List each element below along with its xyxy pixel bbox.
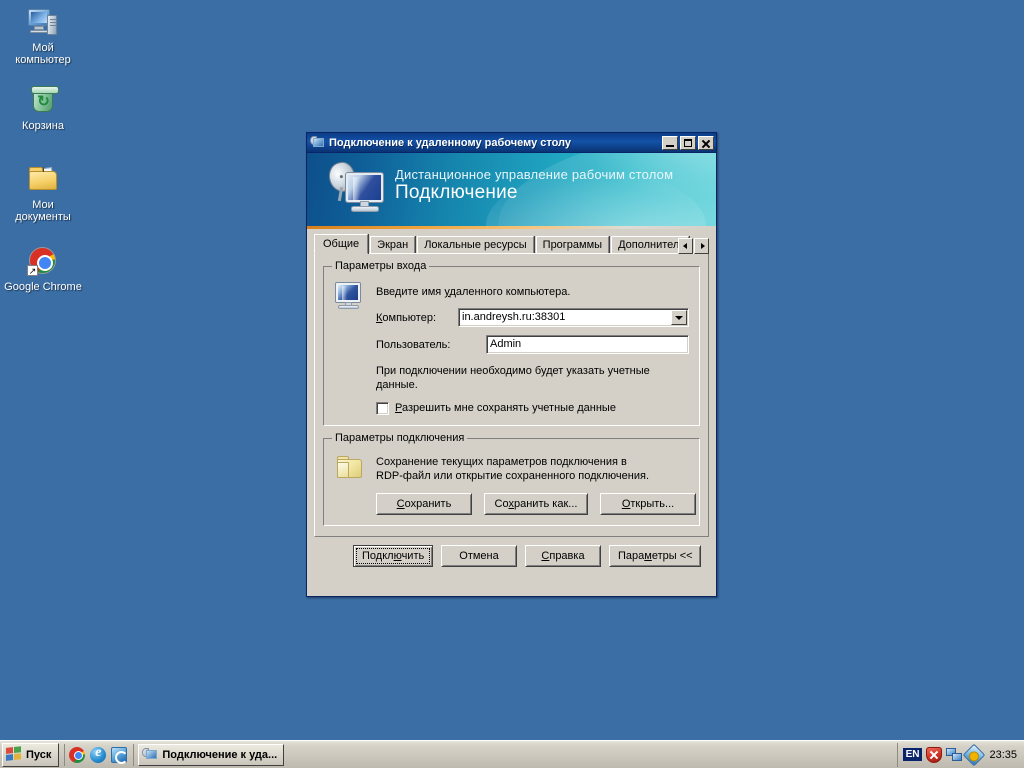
updates-icon[interactable] [963, 743, 986, 766]
login-parameters-group: Параметры входа Введите имя удаленного к… [323, 260, 700, 426]
desktop-icon-label-2: документы [15, 211, 71, 223]
connection-file-buttons: Сохранить Сохранить как... Открыть... [376, 493, 696, 515]
computer-icon [334, 281, 366, 311]
tab-scroll-left-icon[interactable] [678, 238, 693, 254]
taskbar-items[interactable]: Подключение к уда... [134, 743, 896, 766]
desktop-icon-label-2: компьютер [15, 54, 71, 66]
start-button-label: Пуск [26, 748, 52, 761]
tab-label: Экран [377, 239, 409, 251]
chrome-icon: ↗ [27, 245, 59, 277]
tab-page-obshchie: Параметры входа Введите имя удаленного к… [314, 253, 709, 537]
my-computer-icon [27, 6, 59, 38]
user-input[interactable]: Admin [486, 335, 689, 354]
options-button[interactable]: Параметры << [609, 545, 701, 567]
chrome-icon[interactable] [69, 746, 86, 763]
windows-logo-icon [6, 746, 22, 763]
tab-label: Общие [323, 238, 360, 250]
show-desktop-icon[interactable] [111, 746, 129, 764]
chevron-down-icon[interactable] [671, 310, 687, 325]
my-documents-icon [27, 163, 59, 195]
taskbar-item-label: Подключение к уда... [162, 748, 278, 761]
desktop-icon-recycle-bin[interactable]: ↻ Корзина [4, 84, 82, 132]
taskbar[interactable]: Пуск Подключение к уда... EN 23:35 [0, 740, 1024, 768]
connect-button[interactable]: Подключить [353, 545, 433, 567]
system-tray[interactable]: EN 23:35 [896, 742, 1022, 767]
save-credentials-label: Разрешить мне сохранять учетные данные [395, 402, 616, 414]
desktop-icon-google-chrome[interactable]: ↗ Google Chrome [0, 245, 86, 293]
tab-programmy[interactable]: Программы [535, 236, 610, 254]
remote-desktop-connection-window[interactable]: Подключение к удаленному рабочему столу … [306, 132, 717, 597]
taskbar-item-rdp[interactable]: Подключение к уда... [138, 743, 285, 766]
remote-desktop-icon [310, 135, 326, 150]
desktop-icon-label: Мои [32, 199, 54, 211]
dialog-body: Общие Экран Локальные ресурсы Программы … [307, 234, 716, 574]
folder-icon [334, 453, 366, 483]
window-titlebar[interactable]: Подключение к удаленному рабочему столу [307, 133, 716, 153]
desktop-icon-my-documents[interactable]: Мои документы [4, 163, 82, 223]
save-credentials-checkbox[interactable] [376, 401, 389, 415]
computer-combobox[interactable]: in.andreysh.ru:38301 [458, 308, 689, 327]
start-button[interactable]: Пуск [2, 742, 60, 767]
help-button[interactable]: Справка [525, 545, 601, 567]
credentials-note-line-1: При подключении необходимо будет указать… [376, 365, 650, 377]
tab-scroll-buttons[interactable] [678, 238, 709, 254]
cancel-button[interactable]: Отмена [441, 545, 517, 567]
network-icon[interactable] [946, 747, 963, 763]
remote-desktop-icon [142, 747, 158, 762]
login-parameters-title: Параметры входа [332, 260, 430, 272]
window-title: Подключение к удаленному рабочему столу [329, 136, 572, 149]
tab-label: Локальные ресурсы [424, 239, 527, 251]
banner-text: Дистанционное управление рабочим столом … [395, 167, 710, 203]
save-as-button[interactable]: Сохранить как... [484, 493, 588, 515]
desktop[interactable]: Мой компьютер ↻ Корзина Мои документы ↗ … [0, 0, 1024, 740]
connection-parameters-title: Параметры подключения [332, 432, 468, 444]
tab-lokalnye-resursy[interactable]: Локальные ресурсы [417, 236, 534, 254]
user-field-label: Пользователь: [376, 338, 451, 351]
window-controls [662, 135, 714, 150]
connection-hint-line-2: RDP-файл или открытие сохраненного подкл… [376, 470, 649, 482]
shield-alert-icon[interactable] [926, 746, 943, 763]
internet-explorer-icon[interactable] [90, 745, 107, 763]
desktop-icon-label: Google Chrome [4, 281, 82, 293]
maximize-button[interactable] [680, 135, 696, 150]
quick-launch-bar[interactable] [64, 743, 135, 766]
language-indicator[interactable]: EN [902, 748, 923, 761]
tab-label: Программы [542, 239, 603, 251]
banner-subtitle: Дистанционное управление рабочим столом [395, 167, 674, 182]
desktop-icon-label: Мой [32, 42, 54, 54]
recycle-bin-icon: ↻ [27, 84, 59, 116]
tab-obshchie[interactable]: Общие [314, 234, 369, 254]
save-button[interactable]: Сохранить [376, 493, 472, 515]
tab-scroll-right-icon[interactable] [694, 238, 709, 254]
computer-field-label: Компьютер: [376, 311, 437, 324]
credentials-note-line-2: данные. [376, 379, 418, 391]
save-credentials-row[interactable]: Разрешить мне сохранять учетные данные [376, 401, 689, 415]
open-button[interactable]: Открыть... [600, 493, 696, 515]
connection-parameters-group: Параметры подключения Сохранение текущих… [323, 432, 700, 526]
computer-name-hint: Введите имя удаленного компьютера. [376, 286, 571, 298]
remote-desktop-banner-icon [325, 159, 391, 218]
window-banner: Дистанционное управление рабочим столом … [307, 153, 716, 226]
close-button[interactable] [698, 135, 714, 150]
computer-input[interactable]: in.andreysh.ru:38301 [459, 309, 671, 326]
tab-ekran[interactable]: Экран [370, 236, 416, 254]
connection-hint-line-1: Сохранение текущих параметров подключени… [376, 456, 627, 468]
desktop-icon-label: Корзина [22, 120, 64, 132]
tab-strip[interactable]: Общие Экран Локальные ресурсы Программы … [314, 234, 709, 254]
dialog-action-bar: Подключить Отмена Справка Параметры << [314, 537, 709, 567]
banner-title: Подключение [395, 182, 518, 203]
taskbar-clock[interactable]: 23:35 [986, 749, 1017, 761]
desktop-icon-my-computer[interactable]: Мой компьютер [4, 6, 82, 66]
minimize-button[interactable] [662, 135, 678, 150]
